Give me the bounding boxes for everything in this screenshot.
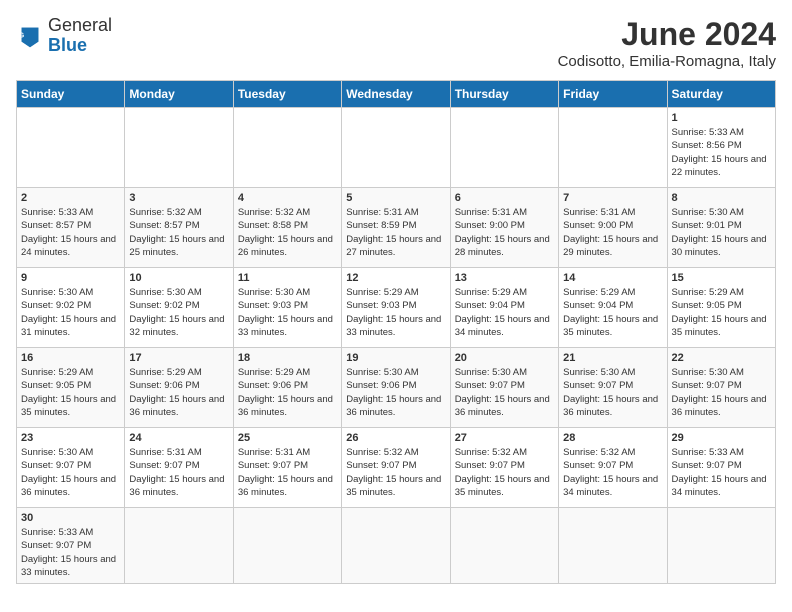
table-row: 26Sunrise: 5:32 AMSunset: 9:07 PMDayligh… [342,428,450,508]
title-section: June 2024 Codisotto, Emilia-Romagna, Ita… [558,16,776,70]
table-row: 1Sunrise: 5:33 AMSunset: 8:56 PMDaylight… [667,108,775,188]
table-row [450,108,558,188]
table-row: 22Sunrise: 5:30 AMSunset: 9:07 PMDayligh… [667,348,775,428]
col-monday: Monday [125,81,233,108]
table-row: 23Sunrise: 5:30 AMSunset: 9:07 PMDayligh… [17,428,125,508]
table-row: 28Sunrise: 5:32 AMSunset: 9:07 PMDayligh… [559,428,667,508]
table-row: 5Sunrise: 5:31 AMSunset: 8:59 PMDaylight… [342,188,450,268]
table-row: 18Sunrise: 5:29 AMSunset: 9:06 PMDayligh… [233,348,341,428]
month-title: June 2024 [558,16,776,53]
table-row: 27Sunrise: 5:32 AMSunset: 9:07 PMDayligh… [450,428,558,508]
table-row [559,508,667,584]
col-sunday: Sunday [17,81,125,108]
table-row: 10Sunrise: 5:30 AMSunset: 9:02 PMDayligh… [125,268,233,348]
table-row: 17Sunrise: 5:29 AMSunset: 9:06 PMDayligh… [125,348,233,428]
logo-icon: G [16,22,44,50]
table-row: 20Sunrise: 5:30 AMSunset: 9:07 PMDayligh… [450,348,558,428]
table-row [125,108,233,188]
table-row [342,508,450,584]
col-tuesday: Tuesday [233,81,341,108]
table-row: 19Sunrise: 5:30 AMSunset: 9:06 PMDayligh… [342,348,450,428]
table-row: 9Sunrise: 5:30 AMSunset: 9:02 PMDaylight… [17,268,125,348]
col-wednesday: Wednesday [342,81,450,108]
table-row: 6Sunrise: 5:31 AMSunset: 9:00 PMDaylight… [450,188,558,268]
table-row [233,108,341,188]
svg-text:G: G [19,32,25,39]
table-row: 14Sunrise: 5:29 AMSunset: 9:04 PMDayligh… [559,268,667,348]
calendar-table: Sunday Monday Tuesday Wednesday Thursday… [16,80,776,584]
table-row: 11Sunrise: 5:30 AMSunset: 9:03 PMDayligh… [233,268,341,348]
table-row: 29Sunrise: 5:33 AMSunset: 9:07 PMDayligh… [667,428,775,508]
table-row: 8Sunrise: 5:30 AMSunset: 9:01 PMDaylight… [667,188,775,268]
col-thursday: Thursday [450,81,558,108]
table-row [125,508,233,584]
col-saturday: Saturday [667,81,775,108]
table-row: 21Sunrise: 5:30 AMSunset: 9:07 PMDayligh… [559,348,667,428]
table-row [667,508,775,584]
logo-text: General Blue [48,16,112,56]
table-row [17,108,125,188]
table-row: 15Sunrise: 5:29 AMSunset: 9:05 PMDayligh… [667,268,775,348]
table-row: 7Sunrise: 5:31 AMSunset: 9:00 PMDaylight… [559,188,667,268]
table-row [342,108,450,188]
page-header: G General Blue June 2024 Codisotto, Emil… [16,16,776,70]
table-row: 13Sunrise: 5:29 AMSunset: 9:04 PMDayligh… [450,268,558,348]
table-row: 12Sunrise: 5:29 AMSunset: 9:03 PMDayligh… [342,268,450,348]
table-row [559,108,667,188]
table-row [450,508,558,584]
table-row: 24Sunrise: 5:31 AMSunset: 9:07 PMDayligh… [125,428,233,508]
table-row: 2Sunrise: 5:33 AMSunset: 8:57 PMDaylight… [17,188,125,268]
location-title: Codisotto, Emilia-Romagna, Italy [558,53,776,70]
table-row: 30Sunrise: 5:33 AMSunset: 9:07 PMDayligh… [17,508,125,584]
logo: G General Blue [16,16,112,56]
table-row [233,508,341,584]
col-friday: Friday [559,81,667,108]
table-row: 3Sunrise: 5:32 AMSunset: 8:57 PMDaylight… [125,188,233,268]
table-row: 16Sunrise: 5:29 AMSunset: 9:05 PMDayligh… [17,348,125,428]
table-row: 25Sunrise: 5:31 AMSunset: 9:07 PMDayligh… [233,428,341,508]
table-row: 4Sunrise: 5:32 AMSunset: 8:58 PMDaylight… [233,188,341,268]
calendar-header-row: Sunday Monday Tuesday Wednesday Thursday… [17,81,776,108]
